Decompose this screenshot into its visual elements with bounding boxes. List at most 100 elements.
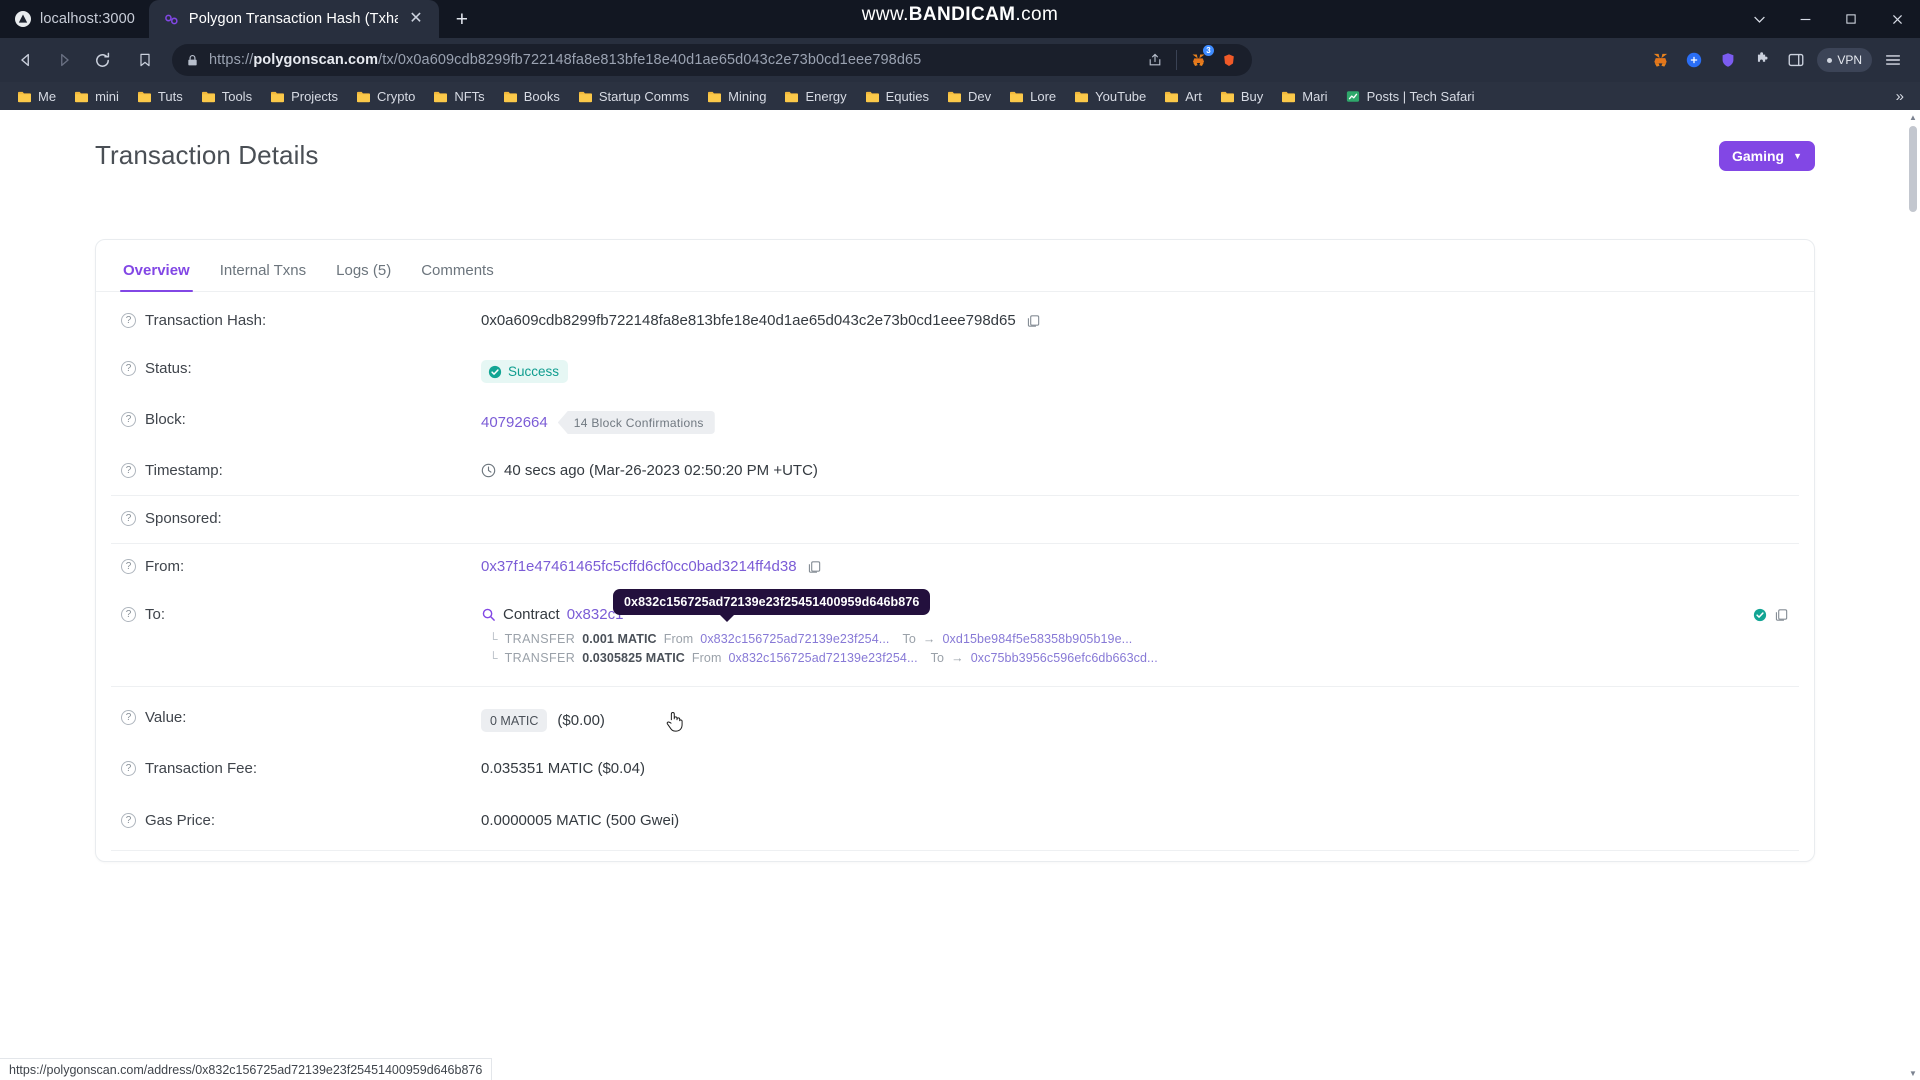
metamask-extension-icon[interactable] [1647, 47, 1673, 73]
bookmark-folder-crypto[interactable]: Crypto [347, 84, 424, 108]
shield-extension-icon[interactable] [1715, 47, 1741, 73]
block-number-link[interactable]: 40792664 [481, 414, 548, 431]
bookmark-folder-projects[interactable]: Projects [261, 84, 347, 108]
bookmark-folder-mining[interactable]: Mining [698, 84, 775, 108]
forward-button[interactable] [48, 44, 80, 76]
gaming-button-label: Gaming [1731, 147, 1785, 164]
reading-list-icon[interactable] [130, 44, 160, 76]
minimize-button[interactable] [1782, 0, 1828, 38]
timestamp-value: 40 secs ago (Mar-26-2023 02:50:20 PM +UT… [504, 462, 818, 479]
bookmark-folder-nfts[interactable]: NFTs [424, 84, 493, 108]
brave-lion-icon[interactable] [1216, 47, 1242, 73]
copy-icon[interactable] [1774, 607, 1789, 623]
help-icon[interactable]: ? [121, 361, 136, 376]
bookmark-folder-energy[interactable]: Energy [775, 84, 855, 108]
help-icon[interactable]: ? [121, 463, 136, 478]
bookmark-folder-dev[interactable]: Dev [938, 84, 1000, 108]
transfer-amount: 0.0305825 MATIC [582, 651, 685, 665]
folder-icon [707, 90, 722, 103]
help-icon[interactable]: ? [121, 313, 136, 328]
to-contract-line: Contract 0x832c1 0x832c156725ad72139e23f… [481, 589, 1789, 623]
maximize-button[interactable] [1828, 0, 1874, 38]
help-icon[interactable]: ? [121, 559, 136, 574]
folder-icon [1009, 90, 1024, 103]
address-tooltip: 0x832c156725ad72139e23f25451400959d646b8… [613, 589, 931, 622]
help-icon[interactable]: ? [121, 710, 136, 725]
address-bar[interactable]: https://polygonscan.com/tx/0x0a609cdb829… [172, 44, 1252, 76]
tab-logs[interactable]: Logs (5) [321, 252, 406, 291]
block-confirmations-chip: 14 Block Confirmations [557, 411, 715, 434]
bookmark-folder-youtube[interactable]: YouTube [1065, 84, 1155, 108]
browser-tab-polygonscan[interactable]: Polygon Transaction Hash (Txhash ✕ [148, 0, 439, 38]
transfer-to-link[interactable]: 0xd15be984f5e58358b905b19e... [942, 632, 1132, 646]
vertical-scrollbar[interactable]: ▲ ▼ [1906, 110, 1920, 1080]
wallet-extension-icon[interactable] [1681, 47, 1707, 73]
help-icon[interactable]: ? [121, 412, 136, 427]
verified-contract-icon [1753, 608, 1767, 622]
vpn-status-pill[interactable]: VPN [1817, 48, 1872, 72]
help-icon[interactable]: ? [121, 813, 136, 828]
reload-button[interactable] [86, 44, 118, 76]
folder-icon [865, 90, 880, 103]
tab-strip: localhost:3000 Polygon Transaction Hash … [0, 0, 1920, 38]
bookmark-label: Startup Comms [598, 88, 690, 104]
bookmark-folder-tuts[interactable]: Tuts [128, 84, 192, 108]
bookmark-folder-startup-comms[interactable]: Startup Comms [569, 84, 698, 108]
help-icon[interactable]: ? [121, 761, 136, 776]
browser-menu-icon[interactable] [1880, 47, 1906, 73]
url-text: https://polygonscan.com/tx/0x0a609cdb829… [209, 52, 1133, 68]
gaming-dropdown-button[interactable]: Gaming ▼ [1718, 140, 1815, 171]
bookmark-folder-tools[interactable]: Tools [192, 84, 261, 108]
tab-overview[interactable]: Overview [108, 252, 205, 292]
folder-icon [784, 90, 799, 103]
scroll-down-arrow[interactable]: ▼ [1906, 1066, 1920, 1080]
row-label: Transaction Hash: [145, 312, 267, 329]
copy-icon[interactable] [807, 559, 822, 575]
transfer-from-link[interactable]: 0x832c156725ad72139e23f254... [728, 651, 917, 665]
row-value: 0 MATIC ($0.00) [481, 709, 1789, 732]
tab-search-icon[interactable] [1736, 0, 1782, 38]
transfer-to-link[interactable]: 0xc75bb3956c596efc6db663cd... [971, 651, 1158, 665]
bookmark-posts-tech-safari[interactable]: Posts | Tech Safari [1337, 84, 1484, 108]
url-scheme: https:// [209, 52, 254, 68]
bookmark-folder-mini[interactable]: mini [65, 84, 128, 108]
transfer-from-link[interactable]: 0x832c156725ad72139e23f254... [700, 632, 889, 646]
tab-internal-txns[interactable]: Internal Txns [205, 252, 321, 291]
tab-logs-label: Logs (5) [336, 262, 392, 279]
transfer-from-label: From [663, 632, 694, 646]
help-icon[interactable]: ? [121, 511, 136, 526]
scrollbar-thumb[interactable] [1909, 126, 1917, 212]
sidebar-toggle-icon[interactable] [1783, 47, 1809, 73]
bookmark-folder-me[interactable]: Me [8, 84, 65, 108]
new-tab-button[interactable]: + [445, 5, 479, 35]
bookmark-folder-equties[interactable]: Equties [856, 84, 938, 108]
bookmark-label: Lore [1030, 88, 1057, 104]
row-label: Gas Price: [145, 812, 216, 829]
browser-tab-localhost[interactable]: localhost:3000 [0, 0, 149, 38]
row-label-wrap: ? Transaction Hash: [121, 312, 481, 329]
copy-icon[interactable] [1026, 313, 1041, 329]
from-address-link[interactable]: 0x37f1e47461465fc5cffd6cf0cc0bad3214ff4d… [481, 558, 797, 575]
tab-comments[interactable]: Comments [406, 252, 509, 291]
tree-corner-icon: └ [489, 651, 498, 665]
tree-corner-icon: └ [489, 632, 498, 646]
close-icon[interactable]: ✕ [407, 10, 425, 28]
back-button[interactable] [10, 44, 42, 76]
puzzle-extensions-icon[interactable] [1749, 47, 1775, 73]
bookmark-folder-buy[interactable]: Buy [1211, 84, 1272, 108]
share-icon[interactable] [1142, 47, 1168, 73]
folder-icon [578, 90, 593, 103]
bookmark-folder-art[interactable]: Art [1155, 84, 1211, 108]
bookmark-folder-lore[interactable]: Lore [1000, 84, 1065, 108]
bookmarks-overflow-button[interactable]: » [1888, 88, 1912, 105]
browser-toolbar: https://polygonscan.com/tx/0x0a609cdb829… [0, 38, 1920, 82]
close-window-button[interactable] [1874, 0, 1920, 38]
metamask-fox-icon[interactable]: 3 [1185, 45, 1214, 73]
scroll-up-arrow[interactable]: ▲ [1906, 110, 1920, 124]
watermark-prefix: www. [861, 4, 909, 25]
help-icon[interactable]: ? [121, 607, 136, 622]
bookmark-folder-books[interactable]: Books [494, 84, 569, 108]
row-value: 40 secs ago (Mar-26-2023 02:50:20 PM +UT… [481, 462, 1789, 479]
bookmark-folder-mari[interactable]: Mari [1272, 84, 1336, 108]
bookmark-label: Me [38, 88, 57, 104]
